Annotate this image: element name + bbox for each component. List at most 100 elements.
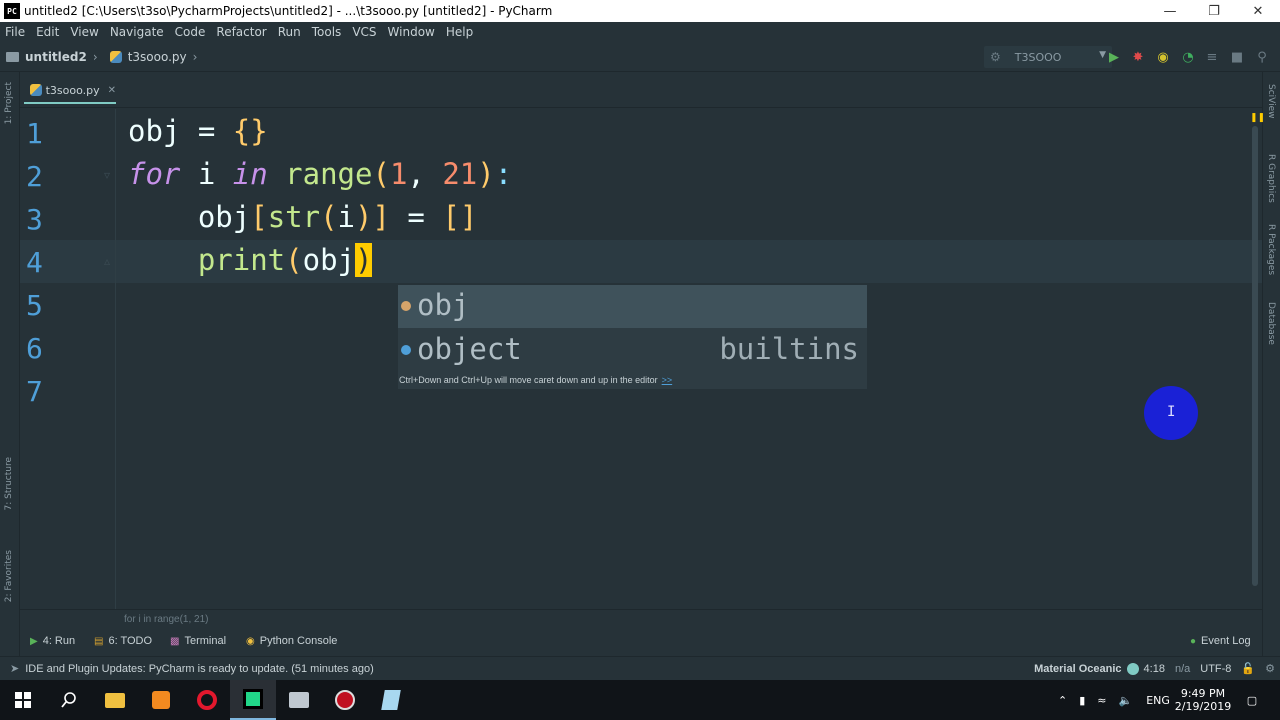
line-number: 3 (26, 203, 43, 236)
python-config-icon: ⚙ (990, 50, 1001, 64)
search-icon[interactable] (46, 680, 92, 720)
menu-refactor[interactable]: Refactor (211, 25, 272, 39)
screen-recorder-icon[interactable] (322, 680, 368, 720)
stop-icon[interactable]: ■ (1229, 49, 1245, 65)
build-icon[interactable]: ≡ (1204, 49, 1220, 65)
line-number: 4 (26, 246, 43, 279)
favorites-tool-button[interactable]: 2: Favorites (4, 550, 14, 602)
opera-browser-icon[interactable] (184, 680, 230, 720)
line-number-gutter: 1 2 3 4 5 6 7 (20, 109, 120, 609)
chevron-right-icon: › (192, 49, 198, 64)
theme-indicator[interactable]: Material Oceanic (1034, 663, 1121, 675)
terminal-tool-button[interactable]: ▩ Terminal (170, 635, 226, 647)
rpackages-tool-button[interactable]: R Packages (1266, 224, 1276, 275)
menu-code[interactable]: Code (170, 25, 212, 39)
wifi-icon[interactable]: ≈ (1097, 694, 1106, 707)
mouse-cursor-indicator: I (1144, 386, 1198, 440)
window-title-bar: PC untitled2 [C:\Users\t3so\PycharmProje… (0, 0, 1280, 22)
vertical-scrollbar[interactable] (1252, 126, 1258, 586)
sublime-text-icon[interactable] (138, 680, 184, 720)
git-branch-icon[interactable]: ⚙ (1265, 662, 1275, 675)
menu-bar: File Edit View Navigate Code Refactor Ru… (0, 22, 1280, 42)
close-icon[interactable]: ✕ (1236, 0, 1280, 22)
menu-navigate[interactable]: Navigate (105, 25, 170, 39)
maximize-icon[interactable]: ❐ (1192, 0, 1236, 22)
completion-item[interactable]: obj (398, 285, 867, 328)
notepad-icon[interactable] (368, 680, 414, 720)
line-number: 2 (26, 160, 43, 193)
code-completion-popup: obj object builtins Ctrl+Down and Ctrl+U… (398, 285, 867, 389)
sciview-tool-button[interactable]: SciView (1266, 84, 1276, 119)
caret-position[interactable]: 4:18 (1144, 663, 1165, 675)
fold-marker-icon[interactable]: ▿ (104, 168, 110, 182)
python-file-icon (109, 50, 122, 63)
class-icon (401, 345, 411, 355)
terminal-icon: ▩ (170, 635, 180, 647)
clock[interactable]: 9:49 PM 2/19/2019 (1172, 680, 1234, 720)
window-title: untitled2 [C:\Users\t3so\PycharmProjects… (24, 4, 553, 18)
todo-tool-button[interactable]: ▤ 6: TODO (94, 635, 152, 647)
pycharm-app-icon: PC (4, 3, 20, 19)
menu-run[interactable]: Run (273, 25, 307, 39)
menu-file[interactable]: File (0, 25, 31, 39)
menu-tools[interactable]: Tools (307, 25, 348, 39)
menu-view[interactable]: View (65, 25, 104, 39)
line-separator[interactable]: n/a (1175, 663, 1190, 675)
inspection-marker-icon[interactable]: ❚❚ (1250, 113, 1265, 123)
menu-edit[interactable]: Edit (31, 25, 65, 39)
menu-help[interactable]: Help (441, 25, 479, 39)
pycharm-taskbar-icon[interactable] (230, 680, 276, 720)
event-log-icon: ● (1190, 635, 1197, 647)
language-indicator[interactable]: ENG (1146, 694, 1170, 707)
run-configuration-dropdown[interactable]: ⚙ T3SOOO ▼ (984, 46, 1112, 68)
status-message[interactable]: ➤ IDE and Plugin Updates: PyCharm is rea… (10, 662, 374, 676)
windows-taskbar: ⌃ ▮ ≈ 🔈 ENG 9:49 PM 2/19/2019 ▢ (0, 680, 1280, 720)
fold-marker-icon[interactable]: ▵ (104, 254, 110, 268)
file-encoding[interactable]: UTF-8 (1200, 663, 1231, 675)
run-icon[interactable]: ▶ (1106, 49, 1122, 65)
line-number: 5 (26, 289, 43, 322)
line-number: 1 (26, 117, 43, 150)
close-tab-icon[interactable]: ✕ (108, 85, 116, 96)
editor-tab-bar: t3sooo.py ✕ (20, 72, 1262, 108)
code-line: obj[str(i)] = [] (128, 200, 478, 234)
notifications-icon[interactable]: ▢ (1240, 680, 1264, 720)
screen-capture-icon[interactable] (276, 680, 322, 720)
editor-breadcrumb[interactable]: for i in range(1, 21) (20, 609, 1262, 631)
hint-more-link[interactable]: >> (662, 375, 673, 385)
variable-icon (401, 301, 411, 311)
volume-icon[interactable]: 🔈 (1119, 694, 1133, 707)
update-icon: ➤ (10, 663, 20, 675)
line-number: 7 (26, 375, 43, 408)
rgraphics-tool-button[interactable]: R Graphics (1266, 154, 1276, 203)
menu-window[interactable]: Window (383, 25, 441, 39)
theme-color-icon (1126, 662, 1139, 675)
search-icon[interactable]: ⚲ (1254, 49, 1270, 65)
minimize-icon[interactable]: — (1148, 0, 1192, 22)
file-explorer-icon[interactable] (92, 680, 138, 720)
structure-tool-button[interactable]: 7: Structure (4, 457, 14, 511)
line-number: 6 (26, 332, 43, 365)
python-console-tool-button[interactable]: ◉ Python Console (246, 635, 337, 647)
project-tool-button[interactable]: 1: Project (4, 82, 14, 124)
clock-date: 2/19/2019 (1174, 700, 1232, 713)
folder-icon (6, 51, 19, 62)
profile-icon[interactable]: ◔ (1180, 49, 1196, 65)
code-line: obj = {} (128, 114, 268, 148)
menu-vcs[interactable]: VCS (347, 25, 382, 39)
breadcrumb-file[interactable]: t3sooo.py › (109, 49, 204, 64)
breadcrumb-project[interactable]: untitled2 › (6, 50, 104, 64)
run-tool-button[interactable]: ▶ 4: Run (30, 635, 75, 647)
coverage-icon[interactable]: ◉ (1155, 49, 1171, 65)
windows-start-icon[interactable] (0, 680, 46, 720)
event-log-tool-button[interactable]: ● Event Log (1190, 635, 1251, 647)
left-tool-stripe: 1: Project 7: Structure 2: Favorites (0, 72, 20, 658)
tab-t3sooo[interactable]: t3sooo.py ✕ (24, 78, 116, 104)
battery-icon[interactable]: ▮ (1079, 694, 1085, 707)
database-tool-button[interactable]: Database (1266, 302, 1276, 345)
lock-icon[interactable]: 🔓 (1241, 662, 1255, 675)
chevron-up-icon[interactable]: ⌃ (1058, 694, 1067, 707)
code-line: print(obj) (197, 243, 373, 277)
completion-item[interactable]: object builtins (398, 329, 867, 372)
debug-icon[interactable]: ✸ (1130, 49, 1146, 65)
